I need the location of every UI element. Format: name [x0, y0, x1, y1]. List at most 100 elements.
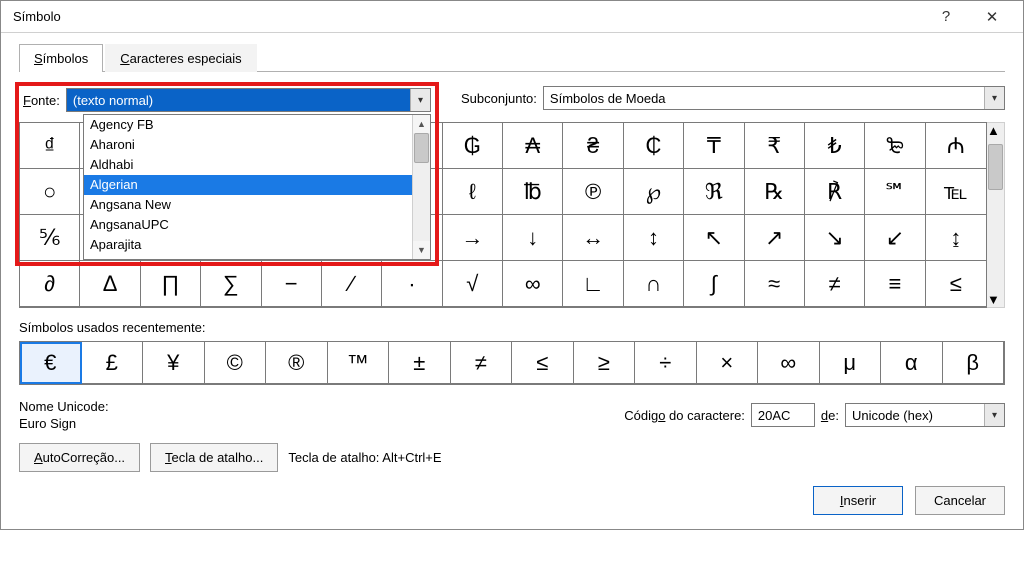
font-option[interactable]: AngsanaUPC: [84, 215, 412, 235]
character-cell[interactable]: ℘: [624, 169, 684, 215]
unicode-info-row: Nome Unicode: Euro Sign Código do caract…: [19, 399, 1005, 431]
help-button[interactable]: ?: [923, 2, 969, 32]
scroll-up-icon[interactable]: ▲: [987, 123, 1004, 138]
character-cell[interactable]: ℞: [745, 169, 805, 215]
character-cell[interactable]: ∩: [624, 261, 684, 307]
recent-symbol-cell[interactable]: α: [881, 342, 943, 384]
character-cell[interactable]: ℗: [563, 169, 623, 215]
recent-symbols-grid[interactable]: €£¥©®™±≠≤≥÷×∞μαβ: [19, 341, 1005, 385]
shortcut-key-button[interactable]: Tecla de atalho...: [150, 443, 278, 472]
character-cell[interactable]: ℜ: [684, 169, 744, 215]
character-cell[interactable]: ℡: [926, 169, 986, 215]
recent-symbol-cell[interactable]: ±: [389, 342, 451, 384]
font-option[interactable]: Aharoni: [84, 135, 412, 155]
character-cell[interactable]: ∑: [201, 261, 261, 307]
scroll-down-icon[interactable]: ▼: [413, 241, 430, 259]
tab-symbols[interactable]: Símbolos: [19, 44, 103, 72]
character-cell[interactable]: →: [443, 215, 503, 261]
character-cell[interactable]: ≠: [805, 261, 865, 307]
scroll-down-icon[interactable]: ▼: [987, 292, 1004, 307]
character-cell[interactable]: ₲: [443, 123, 503, 169]
character-cell[interactable]: ↔: [563, 215, 623, 261]
tab-special-characters[interactable]: Caracteres especiais: [105, 44, 256, 72]
chevron-down-icon[interactable]: ▾: [984, 87, 1004, 109]
scroll-up-icon[interactable]: ▲: [413, 115, 430, 133]
encoding-combo[interactable]: Unicode (hex) ▾: [845, 403, 1005, 427]
recent-symbol-cell[interactable]: ≤: [512, 342, 574, 384]
character-cell[interactable]: ₳: [503, 123, 563, 169]
recent-symbol-cell[interactable]: £: [82, 342, 144, 384]
character-cell[interactable]: ∏: [141, 261, 201, 307]
dropdown-scrollbar[interactable]: ▲ ▼: [412, 115, 430, 259]
recent-symbol-cell[interactable]: ≠: [451, 342, 513, 384]
scroll-track[interactable]: [413, 133, 430, 241]
character-cell[interactable]: ∕: [322, 261, 382, 307]
character-cell[interactable]: Δ: [80, 261, 140, 307]
character-cell[interactable]: ≈: [745, 261, 805, 307]
character-cell[interactable]: ₼: [926, 123, 986, 169]
character-cell[interactable]: √: [443, 261, 503, 307]
character-cell[interactable]: ∫: [684, 261, 744, 307]
character-cell[interactable]: ∂: [20, 261, 80, 307]
character-cell[interactable]: ≡: [865, 261, 925, 307]
autocorrect-button[interactable]: AutoCorreção...: [19, 443, 140, 472]
character-cell[interactable]: ↙: [865, 215, 925, 261]
subset-combo[interactable]: Símbolos de Moeda ▾: [543, 86, 1005, 110]
recent-symbol-cell[interactable]: ™: [328, 342, 390, 384]
tab-bar: Símbolos Caracteres especiais: [19, 43, 1005, 72]
character-cell[interactable]: ₴: [563, 123, 623, 169]
font-combo-value: (texto normal): [67, 89, 410, 111]
character-cell[interactable]: ₸: [684, 123, 744, 169]
cancel-button[interactable]: Cancelar: [915, 486, 1005, 515]
encoding-value: Unicode (hex): [846, 404, 984, 426]
character-cell[interactable]: ↗: [745, 215, 805, 261]
dialog-body: Símbolos Caracteres especiais Fonte: (te…: [1, 33, 1023, 529]
font-option[interactable]: Aparajita: [84, 235, 412, 255]
font-option[interactable]: Angsana New: [84, 195, 412, 215]
font-option[interactable]: Aldhabi: [84, 155, 412, 175]
recent-symbol-cell[interactable]: ≥: [574, 342, 636, 384]
chevron-down-icon[interactable]: ▾: [984, 404, 1004, 426]
recent-symbol-cell[interactable]: β: [943, 342, 1005, 384]
font-option[interactable]: Agency FB: [84, 115, 412, 135]
font-label: Fonte:: [23, 93, 60, 108]
character-cell[interactable]: ∙: [382, 261, 442, 307]
recent-symbol-cell[interactable]: €: [20, 342, 82, 384]
recent-symbol-cell[interactable]: ®: [266, 342, 328, 384]
char-code-input[interactable]: 20AC: [751, 403, 815, 427]
character-cell[interactable]: ∟: [563, 261, 623, 307]
character-cell[interactable]: ℓ: [443, 169, 503, 215]
font-option[interactable]: Algerian: [84, 175, 412, 195]
insert-button[interactable]: Inserir: [813, 486, 903, 515]
character-cell[interactable]: ↓: [503, 215, 563, 261]
character-cell[interactable]: ∞: [503, 261, 563, 307]
grid-scrollbar[interactable]: ▲ ▼: [987, 122, 1005, 308]
recent-symbol-cell[interactable]: ©: [205, 342, 267, 384]
scroll-thumb[interactable]: [988, 144, 1003, 190]
character-cell[interactable]: ₹: [745, 123, 805, 169]
recent-symbol-cell[interactable]: ×: [697, 342, 759, 384]
character-cell[interactable]: ↨: [926, 215, 986, 261]
character-cell[interactable]: −: [262, 261, 322, 307]
titlebar: Símbolo ? ✕: [1, 1, 1023, 33]
chevron-down-icon[interactable]: ▾: [410, 89, 430, 111]
recent-symbol-cell[interactable]: ÷: [635, 342, 697, 384]
character-cell[interactable]: ↕: [624, 215, 684, 261]
scroll-thumb[interactable]: [414, 133, 429, 163]
font-dropdown[interactable]: Agency FBAharoniAldhabiAlgerianAngsana N…: [83, 114, 431, 260]
character-cell[interactable]: ≤: [926, 261, 986, 307]
recent-symbol-cell[interactable]: ¥: [143, 342, 205, 384]
unicode-name-value: Euro Sign: [19, 416, 109, 431]
close-button[interactable]: ✕: [969, 2, 1015, 32]
character-cell[interactable]: ℟: [805, 169, 865, 215]
character-cell[interactable]: ℠: [865, 169, 925, 215]
character-cell[interactable]: ₺: [805, 123, 865, 169]
recent-symbol-cell[interactable]: ∞: [758, 342, 820, 384]
character-cell[interactable]: ↘: [805, 215, 865, 261]
character-cell[interactable]: ℔: [503, 169, 563, 215]
recent-symbol-cell[interactable]: μ: [820, 342, 882, 384]
character-cell[interactable]: ↖: [684, 215, 744, 261]
font-combo[interactable]: (texto normal) ▾: [66, 88, 431, 112]
character-cell[interactable]: ₻: [865, 123, 925, 169]
character-cell[interactable]: ₵: [624, 123, 684, 169]
